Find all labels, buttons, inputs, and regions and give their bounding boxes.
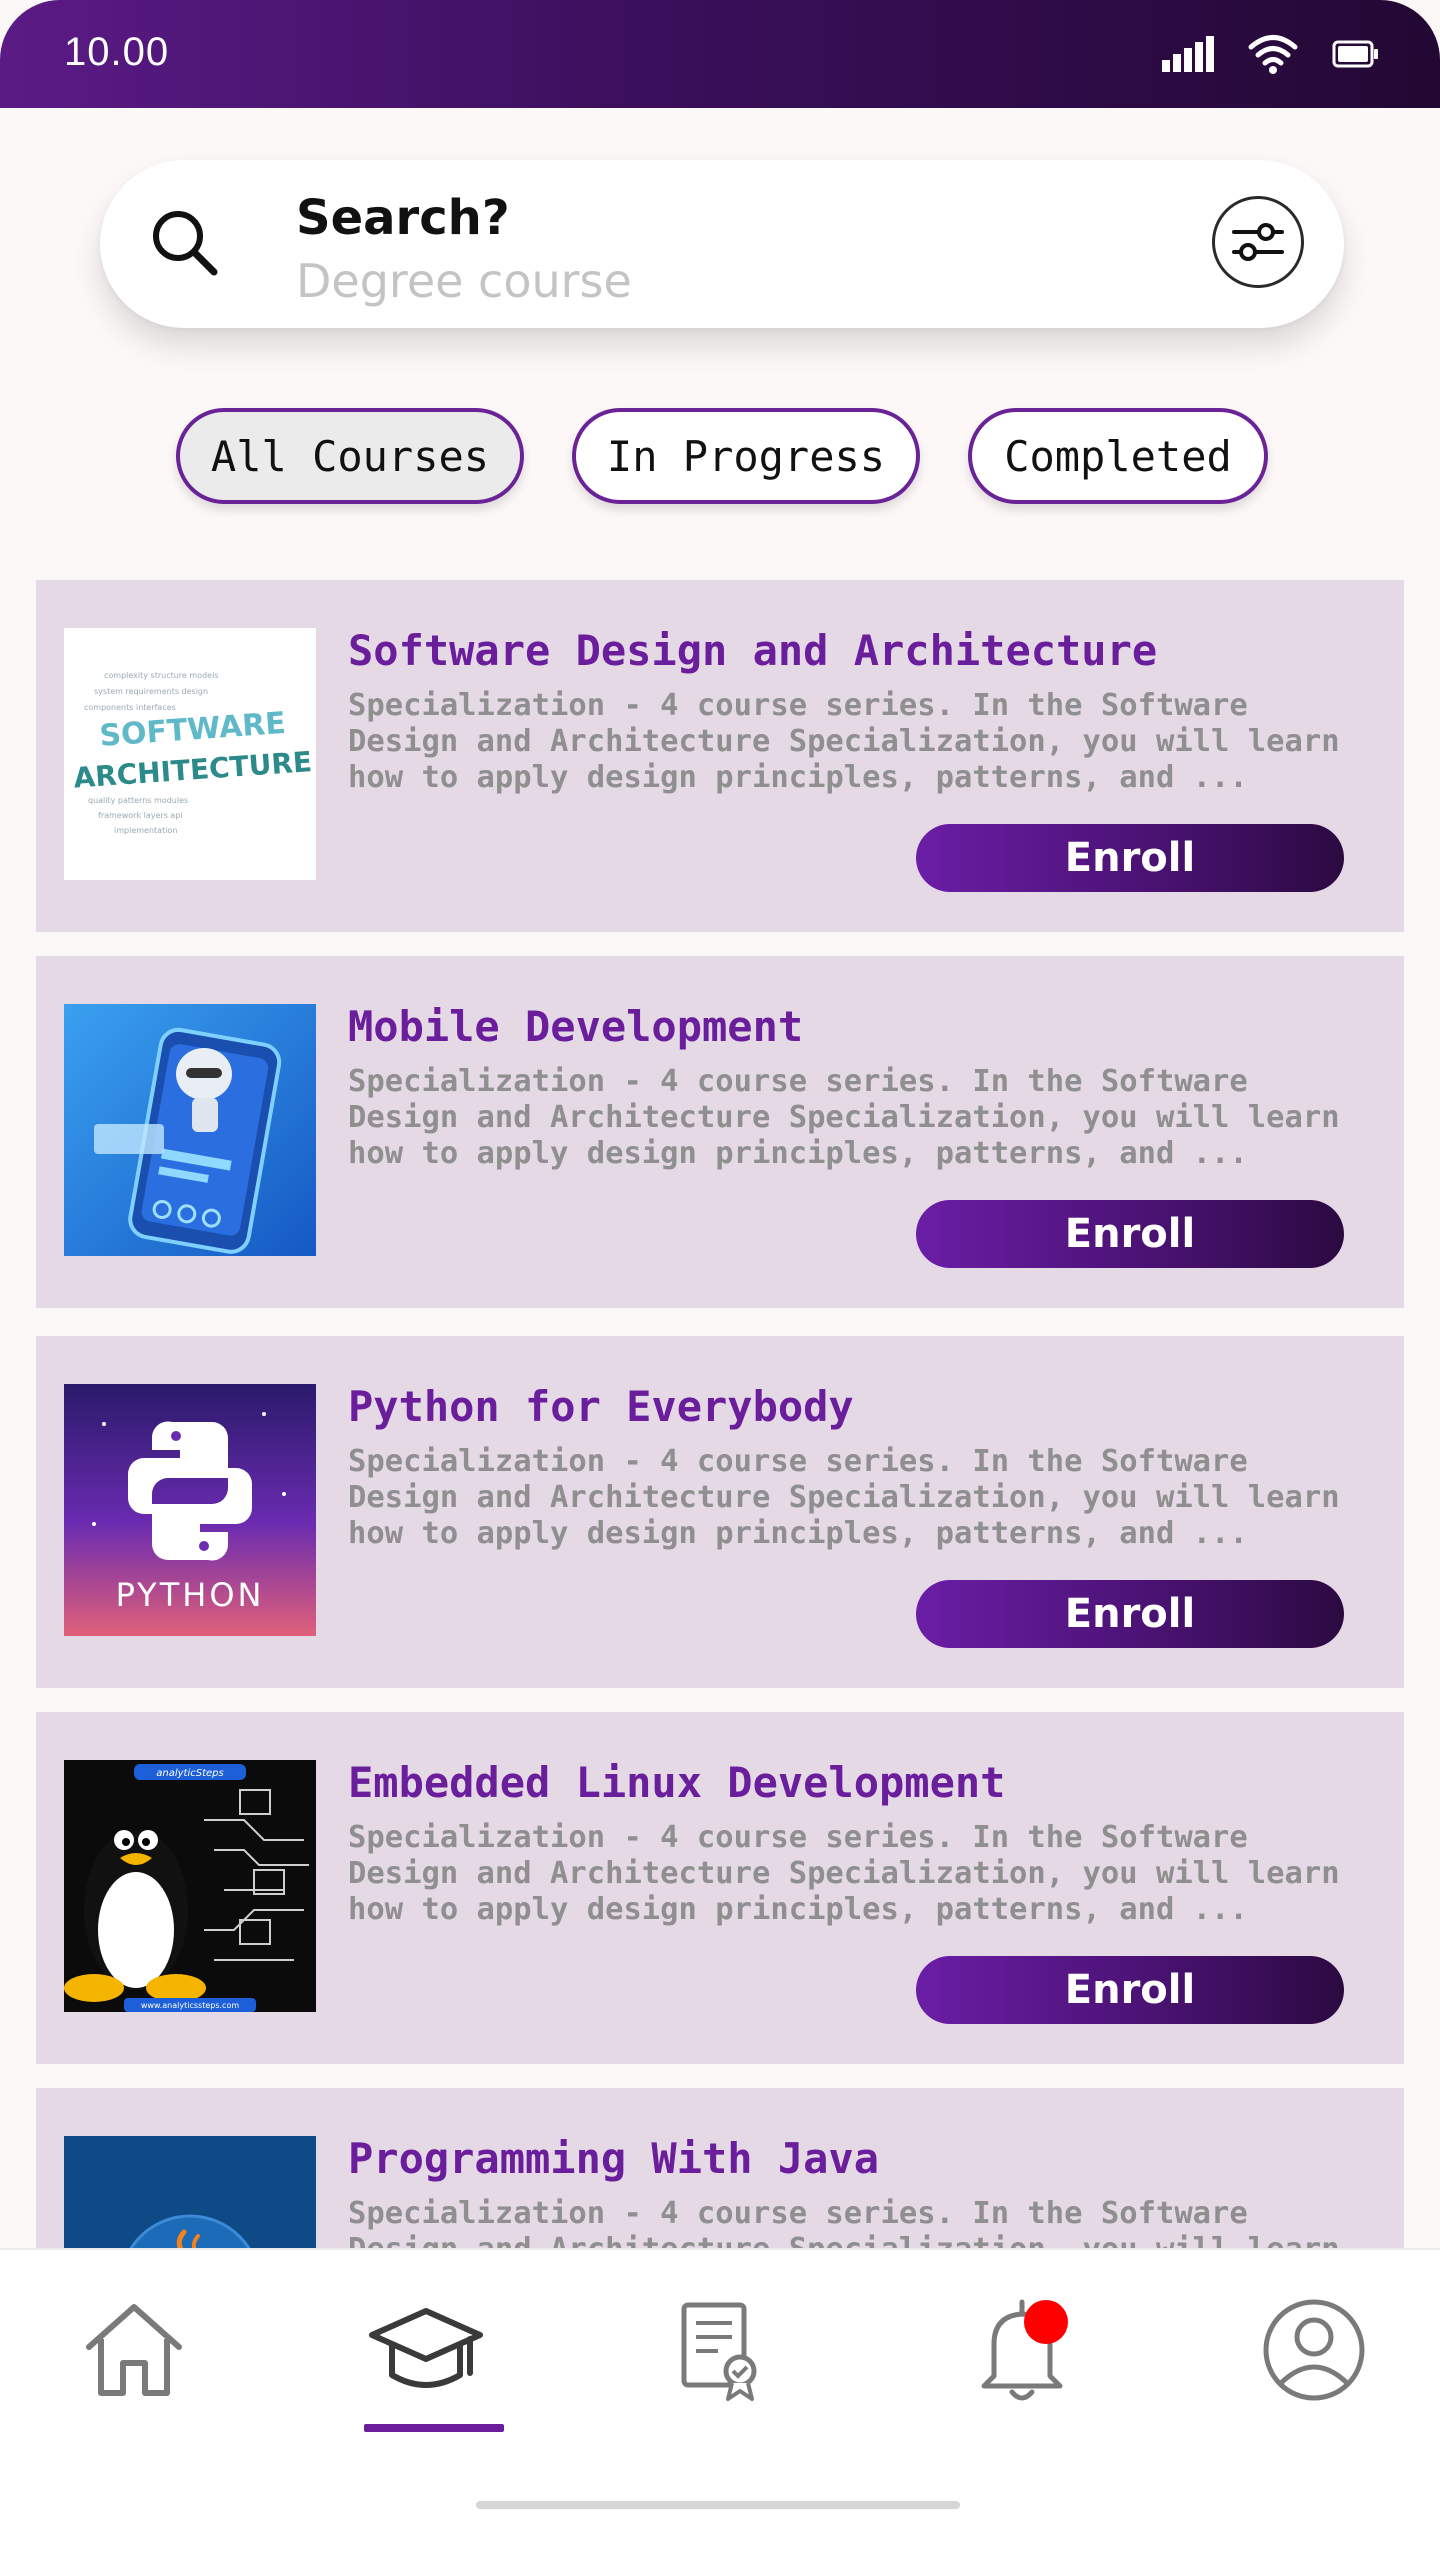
course-title[interactable]: Mobile Development xyxy=(348,1002,803,1051)
search-icon xyxy=(153,211,218,276)
signal-icon xyxy=(1162,36,1214,72)
svg-text:complexity structure models: complexity structure models xyxy=(104,671,218,680)
filter-button[interactable] xyxy=(1212,196,1304,288)
course-description: Specialization - 4 course series. In the… xyxy=(348,688,1340,795)
search-input[interactable]: Degree course xyxy=(296,254,632,308)
nav-notifications[interactable] xyxy=(962,2290,1082,2410)
nav-courses[interactable] xyxy=(366,2290,486,2410)
linux-penguin-image: analyticSteps www.analyticssteps.com xyxy=(64,1760,316,2012)
svg-text:components interfaces: components interfaces xyxy=(84,703,176,712)
home-indicator[interactable] xyxy=(476,2501,960,2509)
tab-all-courses[interactable]: All Courses xyxy=(176,408,524,504)
course-description: Specialization - 4 course series. In the… xyxy=(348,1820,1340,1927)
profile-icon xyxy=(1263,2299,1365,2401)
course-title[interactable]: Embedded Linux Development xyxy=(348,1758,1005,1807)
nav-home[interactable] xyxy=(74,2290,194,2410)
python-image: PYTHON xyxy=(64,1384,316,1636)
enroll-button[interactable]: Enroll xyxy=(916,1956,1344,2024)
battery-icon xyxy=(1332,40,1378,68)
wifi-icon xyxy=(1248,35,1298,74)
course-thumbnail: complexity structure models system requi… xyxy=(64,628,316,880)
svg-text:framework layers api: framework layers api xyxy=(98,811,183,820)
nav-certificates[interactable] xyxy=(660,2290,780,2410)
course-title[interactable]: Programming With Java xyxy=(348,2134,879,2183)
status-time: 10.00 xyxy=(64,30,170,74)
nav-profile[interactable] xyxy=(1254,2290,1374,2410)
course-thumbnail: analyticSteps www.analyticssteps.com xyxy=(64,1760,316,2012)
svg-text:system requirements design: system requirements design xyxy=(94,687,208,696)
course-description: Specialization - 4 course series. In the… xyxy=(348,1064,1340,1171)
bell-icon xyxy=(981,2299,1068,2401)
certificate-icon xyxy=(681,2302,757,2401)
status-icons xyxy=(1162,34,1380,74)
course-thumbnail: PYTHON xyxy=(64,1384,316,1636)
enroll-button[interactable]: Enroll xyxy=(916,824,1344,892)
notification-badge xyxy=(1024,2300,1068,2344)
enroll-button[interactable]: Enroll xyxy=(916,1200,1344,1268)
course-description: Specialization - 4 course series. In the… xyxy=(348,1444,1340,1551)
sliders-icon xyxy=(1232,223,1284,261)
thumb-brand: analyticSteps xyxy=(156,1768,223,1779)
course-card[interactable]: Mobile Development Specialization - 4 co… xyxy=(36,956,1404,1308)
active-tab-indicator xyxy=(364,2424,504,2432)
course-card[interactable]: complexity structure models system requi… xyxy=(36,580,1404,932)
course-title[interactable]: Software Design and Architecture xyxy=(348,626,1157,675)
tab-completed[interactable]: Completed xyxy=(968,408,1268,504)
course-card[interactable]: analyticSteps www.analyticssteps.com Emb… xyxy=(36,1712,1404,2064)
mobile-development-image xyxy=(64,1004,316,1256)
svg-text:quality patterns modules: quality patterns modules xyxy=(88,796,188,805)
software-architecture-image: complexity structure models system requi… xyxy=(64,628,316,880)
course-thumbnail xyxy=(64,1004,316,1256)
home-icon xyxy=(86,2304,182,2396)
svg-text:implementation: implementation xyxy=(114,826,177,835)
thumb-python-label: PYTHON xyxy=(116,1576,265,1614)
tab-in-progress[interactable]: In Progress xyxy=(572,408,920,504)
enroll-button[interactable]: Enroll xyxy=(916,1580,1344,1648)
bottom-navigation xyxy=(0,2248,1440,2562)
status-bar: 10.00 xyxy=(0,0,1440,108)
course-card[interactable]: PYTHON Python for Everybody Specializati… xyxy=(36,1336,1404,1688)
graduation-cap-icon xyxy=(369,2308,483,2388)
search-bar[interactable]: Search? Degree course xyxy=(100,160,1344,328)
course-title[interactable]: Python for Everybody xyxy=(348,1382,854,1431)
thumb-url: www.analyticssteps.com xyxy=(141,2001,240,2010)
search-title: Search? xyxy=(296,190,510,246)
